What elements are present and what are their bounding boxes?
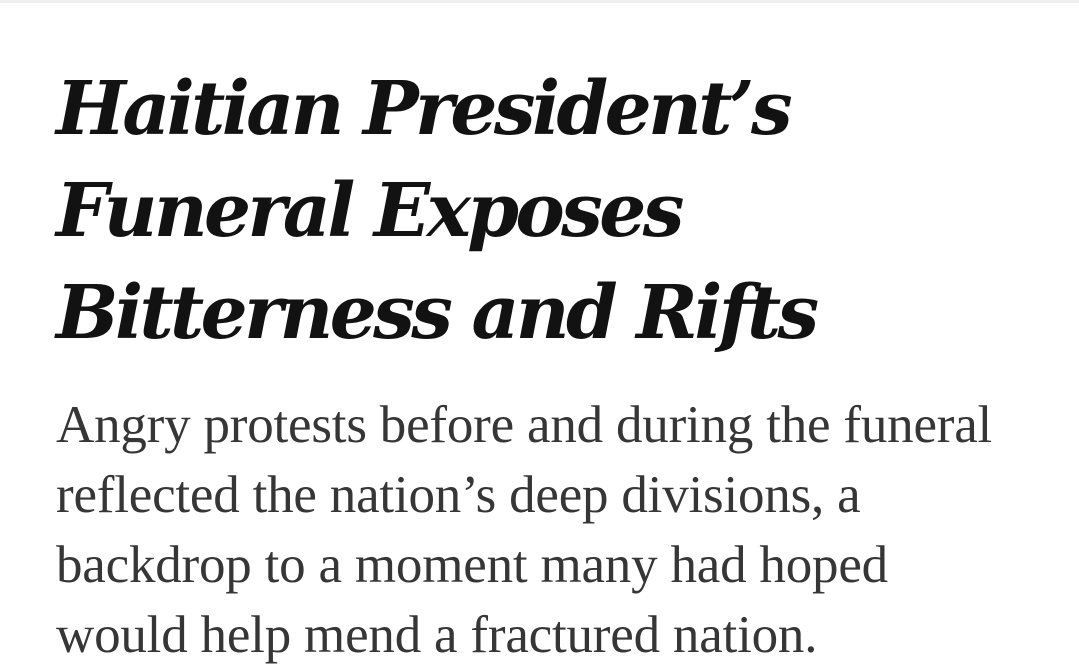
top-divider <box>0 0 1079 3</box>
article-headline[interactable]: Haitian President’s Funeral Exposes Bitt… <box>56 58 1046 364</box>
article-summary: Angry protests before and during the fun… <box>56 396 993 664</box>
article-teaser[interactable]: Haitian President’s Funeral Exposes Bitt… <box>56 58 1046 670</box>
